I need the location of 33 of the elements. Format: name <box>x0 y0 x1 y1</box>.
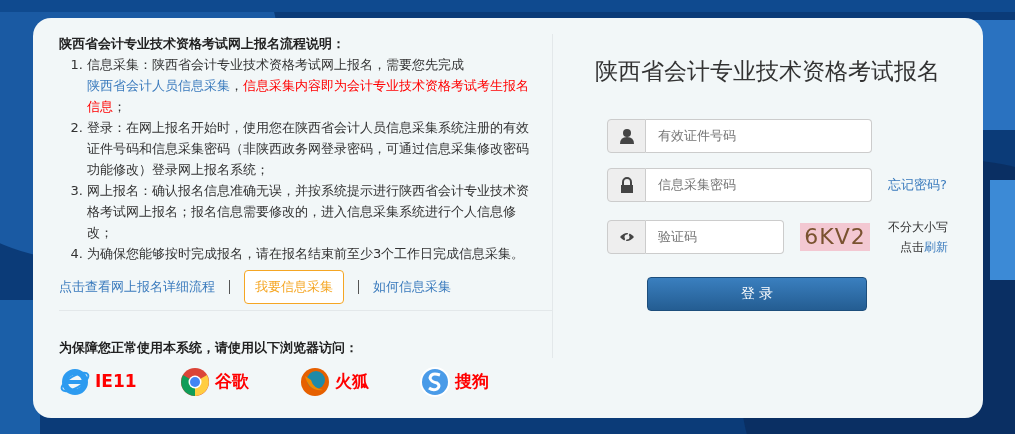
globe-icon <box>299 366 331 398</box>
password-field[interactable]: 信息采集密码 <box>646 167 872 202</box>
step-text: 为确保您能够按时完成报名，请在报名结束前至少3个工作日完成信息采集。 <box>87 245 525 263</box>
step-number: 3. <box>69 182 83 200</box>
browser-notice: 为保障您正常使用本系统，请使用以下浏览器访问： <box>59 339 359 357</box>
refresh-text: 点击刷新 <box>899 238 948 256</box>
user-icon <box>618 127 635 144</box>
browser-label: 火狐 <box>335 370 369 394</box>
ring-orbit-icon <box>59 366 91 398</box>
case-hint: 不分大小写 <box>888 218 948 236</box>
step-text: 网上报名：确认报名信息准确无误，并按系统提示进行陕西省会计专业技术资格考试网上报名；报名信息需要修改的，进入信息采集系统进行个人信息修改； <box>87 182 530 242</box>
browser-label: IE11 <box>95 370 137 394</box>
captcha-image: 6KV2 <box>800 222 870 251</box>
text-link[interactable]: 如何信息采集 <box>373 277 451 297</box>
refresh-link[interactable]: 刷新 <box>924 239 948 254</box>
browser-label: 搜狗 <box>455 370 489 394</box>
login-button[interactable]: 登 录 <box>647 276 867 311</box>
instructions-title: 陕西省会计专业技术资格考试网上报名流程说明： <box>59 35 346 53</box>
browser-label: 谷歌 <box>215 370 249 394</box>
step-number: 2. <box>69 119 83 137</box>
step-text: 登录：在网上报名开始时，使用您在陕西省会计人员信息采集系统注册的有效证件号码和信息采集密码（非陕西政务网登录密码，可通过信息采集修改密码功能修改）登录网上报名系统； <box>87 119 530 179</box>
login-title: 陕西省会计专业技术资格考试报名 <box>593 57 941 86</box>
swirl-icon <box>419 366 451 398</box>
text-link[interactable]: 点击查看网上报名详细流程 <box>59 277 215 297</box>
captcha-field[interactable]: 验证码 <box>646 219 784 254</box>
lock-icon <box>618 176 635 193</box>
round-logo-icon <box>179 366 211 398</box>
text-link[interactable]: 陕西省会计人员信息采集 <box>87 78 230 93</box>
step-number: 1. <box>69 56 83 74</box>
forgot-password-link[interactable]: 忘记密码? <box>888 174 947 195</box>
id-number-field[interactable]: 有效证件号码 <box>646 118 872 153</box>
step-text: 信息采集：陕西省会计专业技术资格考试网上报名，需要您先完成 陕西省会计人员信息采集，信息采集内容即为会计专业技术资格考试考生报名信息； <box>87 56 530 116</box>
step-number: 4. <box>69 245 83 263</box>
